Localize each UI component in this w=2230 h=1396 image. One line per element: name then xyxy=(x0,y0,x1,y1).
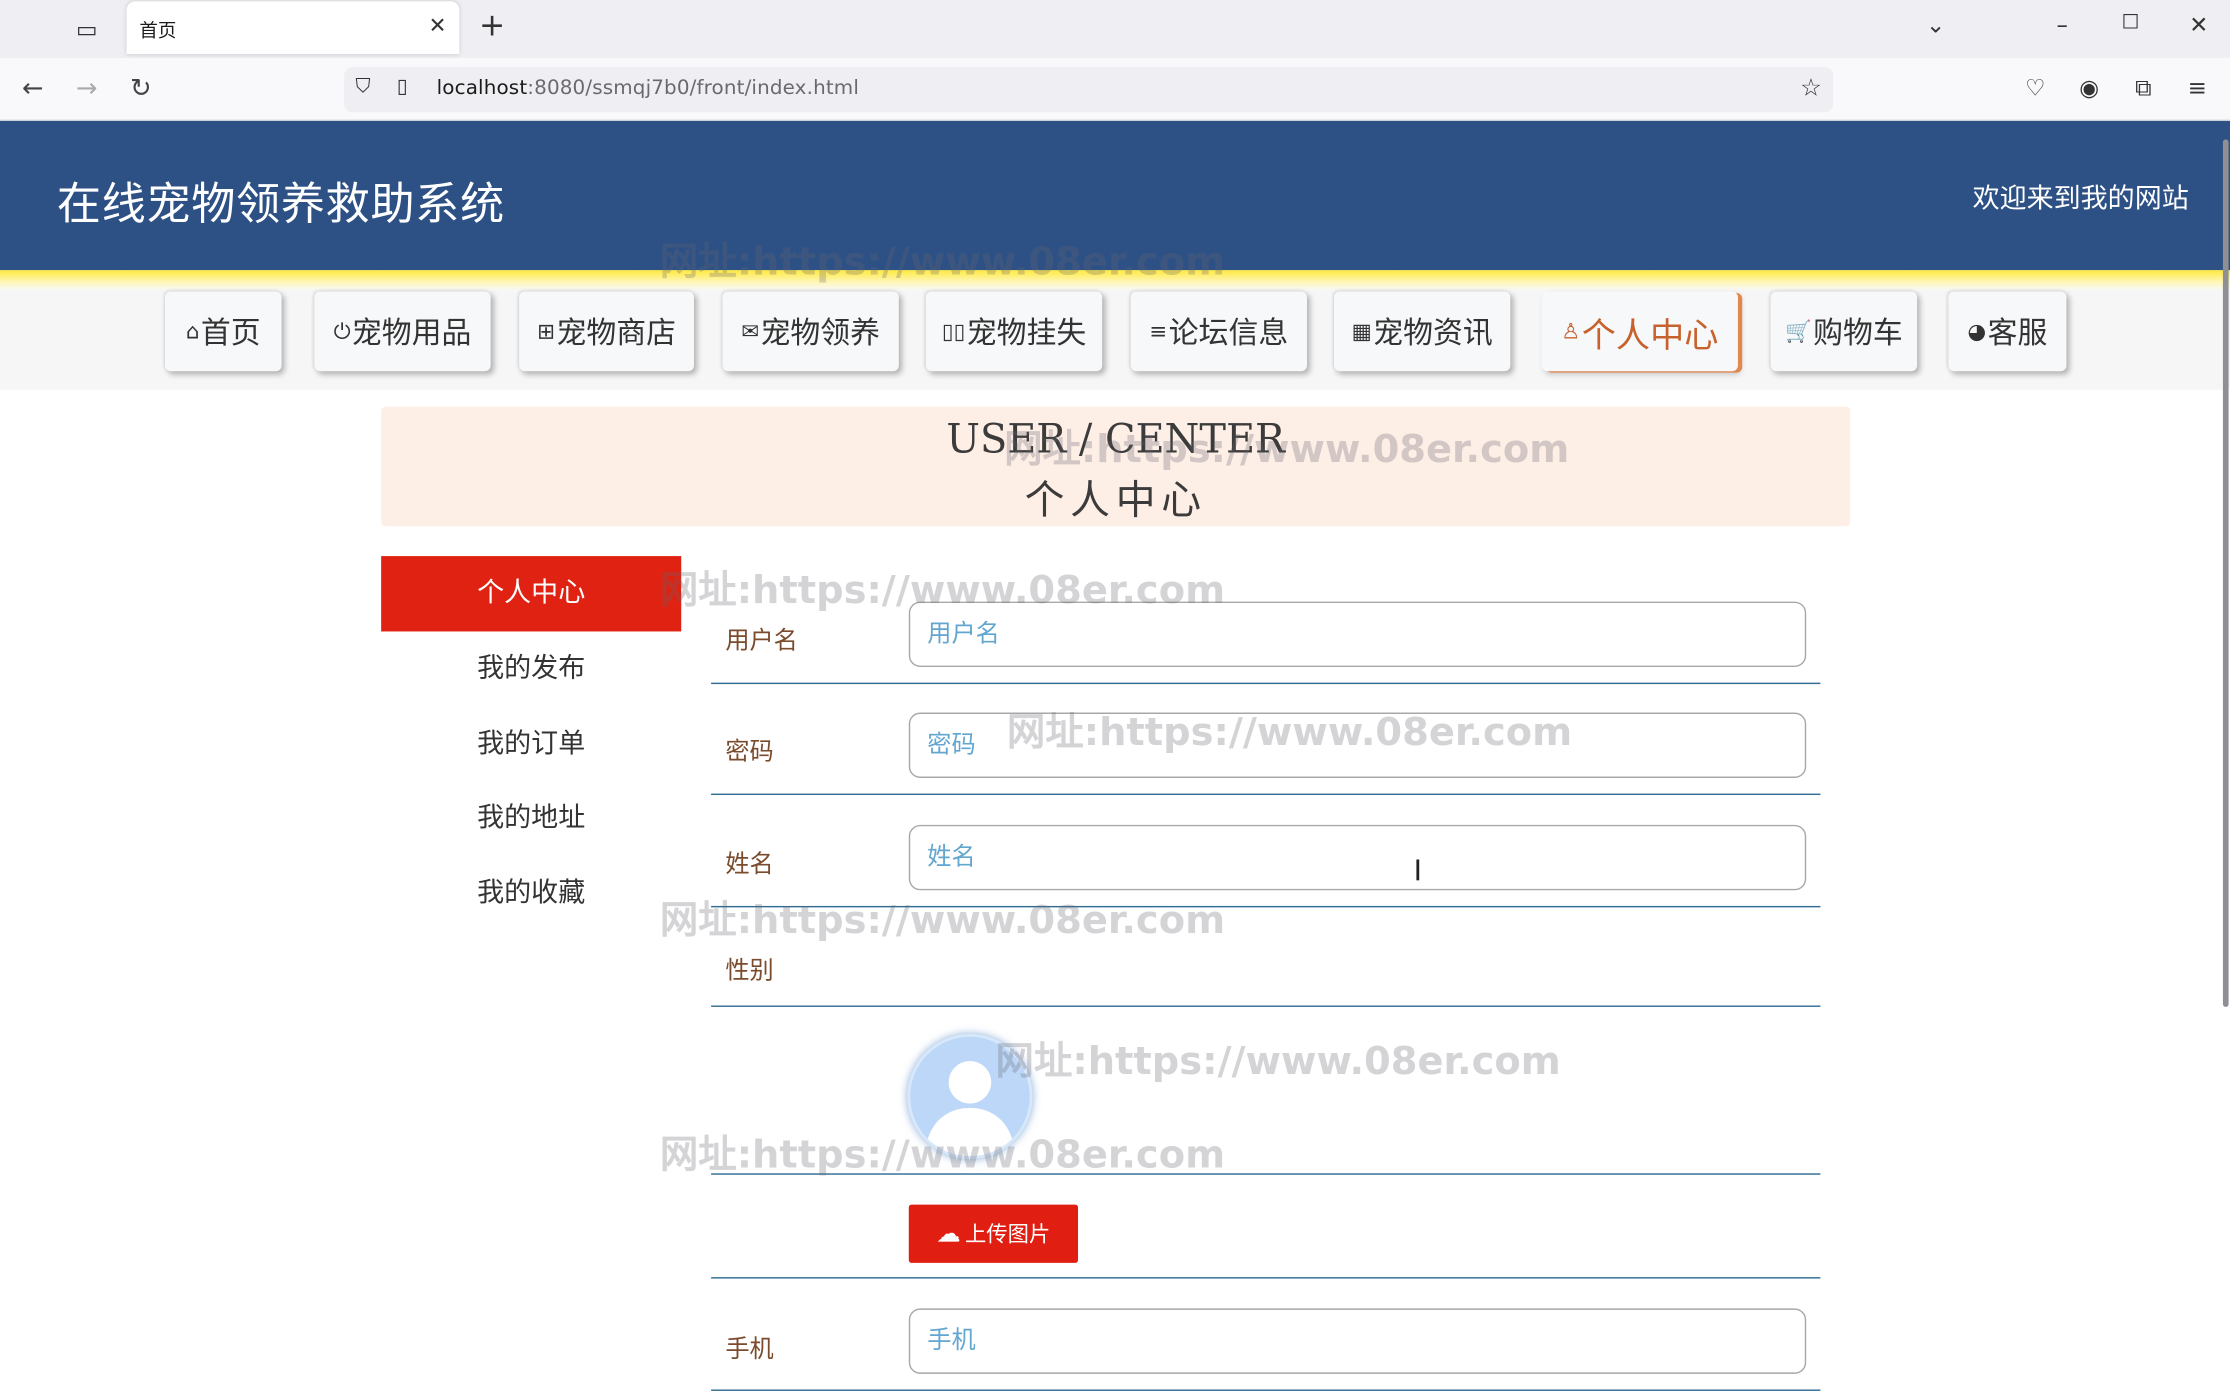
tab-title: 首页 xyxy=(139,21,177,43)
password-label: 密码 xyxy=(725,738,774,767)
sliders-icon: ≡ xyxy=(1149,318,1168,345)
form-row-username: 用户名 xyxy=(711,586,1821,685)
url-text[interactable]: localhost:8080/ssmqj7b0/front/index.html xyxy=(437,77,859,100)
mail-icon: ✉ xyxy=(741,318,760,345)
page-scrollbar[interactable] xyxy=(2222,139,2229,1007)
navigation-bar: ← → ↻ ⛉ ▯ localhost:8080/ssmqj7b0/front/… xyxy=(0,58,2230,121)
extensions-icon[interactable]: ⧉ xyxy=(2128,74,2159,102)
cloud-upload-icon: ☁ xyxy=(936,1219,961,1248)
chat-icon: ◕ xyxy=(1967,318,1987,345)
username-label: 用户名 xyxy=(725,627,798,656)
page-banner: USER / CENTER 个人中心 xyxy=(381,406,1851,527)
sidebar-item-my-posts[interactable]: 我的发布 xyxy=(381,631,681,706)
close-tab-icon[interactable]: ✕ xyxy=(429,13,447,39)
menu-item-pet-news[interactable]: ▦ 宠物资讯 xyxy=(1334,291,1511,372)
power-icon: ⏻ xyxy=(333,318,351,345)
home-icon: ⌂ xyxy=(185,318,200,345)
tab-list-icon[interactable]: ▭ xyxy=(63,9,111,49)
avatar xyxy=(907,1033,1033,1160)
header-divider xyxy=(0,270,2230,291)
text-cursor-icon: I xyxy=(1413,853,1423,888)
pocket-icon[interactable]: ♡ xyxy=(2020,74,2051,101)
phone-label: 手机 xyxy=(725,1335,774,1364)
sidebar-item-my-favorites[interactable]: 我的收藏 xyxy=(381,856,681,931)
list-all-tabs-icon[interactable]: ⌄ xyxy=(1919,11,1953,38)
form-row-gender: 性别 xyxy=(711,907,1821,1007)
password-input[interactable] xyxy=(908,712,1807,778)
minimize-icon[interactable]: – xyxy=(2045,11,2079,38)
welcome-text: 欢迎来到我的网站 xyxy=(1972,183,2189,215)
tab-home[interactable]: 首页 ✕ xyxy=(126,1,460,55)
site-title: 在线宠物领养救助系统 xyxy=(56,179,505,229)
columns-icon: ▯▯ xyxy=(941,318,966,345)
menu-item-pet-shop[interactable]: ⊞ 宠物商店 xyxy=(519,291,695,372)
default-avatar-icon xyxy=(924,1060,1016,1157)
reload-icon[interactable]: ↻ xyxy=(122,71,159,108)
forward-icon[interactable]: → xyxy=(68,71,105,108)
upload-image-button[interactable]: ☁ 上传图片 xyxy=(908,1204,1079,1263)
gift-icon: ⊞ xyxy=(537,318,556,345)
phone-input[interactable] xyxy=(908,1308,1807,1374)
sidebar-item-my-address[interactable]: 我的地址 xyxy=(381,781,681,856)
name-input[interactable] xyxy=(908,824,1807,891)
grid-icon: ▦ xyxy=(1351,318,1372,345)
username-input[interactable] xyxy=(908,601,1807,668)
menu-item-pet-supplies[interactable]: ⏻ 宠物用品 xyxy=(314,291,491,372)
menu-item-home[interactable]: ⌂ 首页 xyxy=(164,291,282,372)
menu-item-forum[interactable]: ≡ 论坛信息 xyxy=(1130,291,1308,372)
back-icon[interactable]: ← xyxy=(14,71,51,108)
sidebar-item-user-center[interactable]: 个人中心 xyxy=(381,556,682,632)
browser-window: ▭ 首页 ✕ + ⌄ – ☐ ✕ ← → ↻ ⛉ ▯ localhost:808… xyxy=(0,0,2230,1396)
url-bar[interactable]: ⛉ ▯ localhost:8080/ssmqj7b0/front/index.… xyxy=(344,66,1834,113)
page-icon[interactable]: ▯ xyxy=(397,75,408,98)
gender-label: 性别 xyxy=(725,957,774,986)
banner-title-cn: 个人中心 xyxy=(1024,476,1207,524)
menu-item-pet-adoption[interactable]: ✉ 宠物领养 xyxy=(722,291,899,372)
form-row-name: 姓名 xyxy=(711,795,1821,908)
form-row-avatar xyxy=(711,1007,1821,1175)
user-icon: ♙ xyxy=(1561,318,1581,345)
main-menu: ⌂ 首页 ⏻ 宠物用品 ⊞ 宠物商店 ✉ 宠物领养 ▯▯ 宠物挂失 ≡ 论坛信息 ▦ 宠物资讯… xyxy=(0,290,2230,390)
menu-item-customer-service[interactable]: ◕ 客服 xyxy=(1948,291,2067,372)
form-row-phone: 手机 xyxy=(711,1279,1821,1391)
banner-title-en: USER / CENTER xyxy=(946,415,1286,463)
shield-icon[interactable]: ⛉ xyxy=(356,75,371,98)
menu-item-user-center[interactable]: ♙ 个人中心 xyxy=(1541,291,1738,372)
cart-icon: 🛒 xyxy=(1785,318,1812,345)
sidebar-item-my-orders[interactable]: 我的订单 xyxy=(381,707,681,782)
menu-icon[interactable]: ≡ xyxy=(2182,74,2213,101)
site-header: 在线宠物领养救助系统 欢迎来到我的网站 xyxy=(0,120,2230,271)
new-tab-button[interactable]: + xyxy=(475,9,509,45)
form-row-password: 密码 xyxy=(711,684,1821,796)
tab-bar: ▭ 首页 ✕ + ⌄ – ☐ ✕ xyxy=(0,0,2230,59)
menu-item-cart[interactable]: 🛒 购物车 xyxy=(1770,291,1918,372)
name-label: 姓名 xyxy=(725,850,774,879)
account-icon[interactable]: ◉ xyxy=(2074,74,2105,101)
bookmark-star-icon[interactable]: ☆ xyxy=(1800,74,1822,102)
menu-item-pet-lost[interactable]: ▯▯ 宠物挂失 xyxy=(925,291,1103,372)
maximize-icon[interactable]: ☐ xyxy=(2113,11,2147,34)
form-row-upload xyxy=(711,1175,1821,1279)
close-window-icon[interactable]: ✕ xyxy=(2182,11,2216,38)
